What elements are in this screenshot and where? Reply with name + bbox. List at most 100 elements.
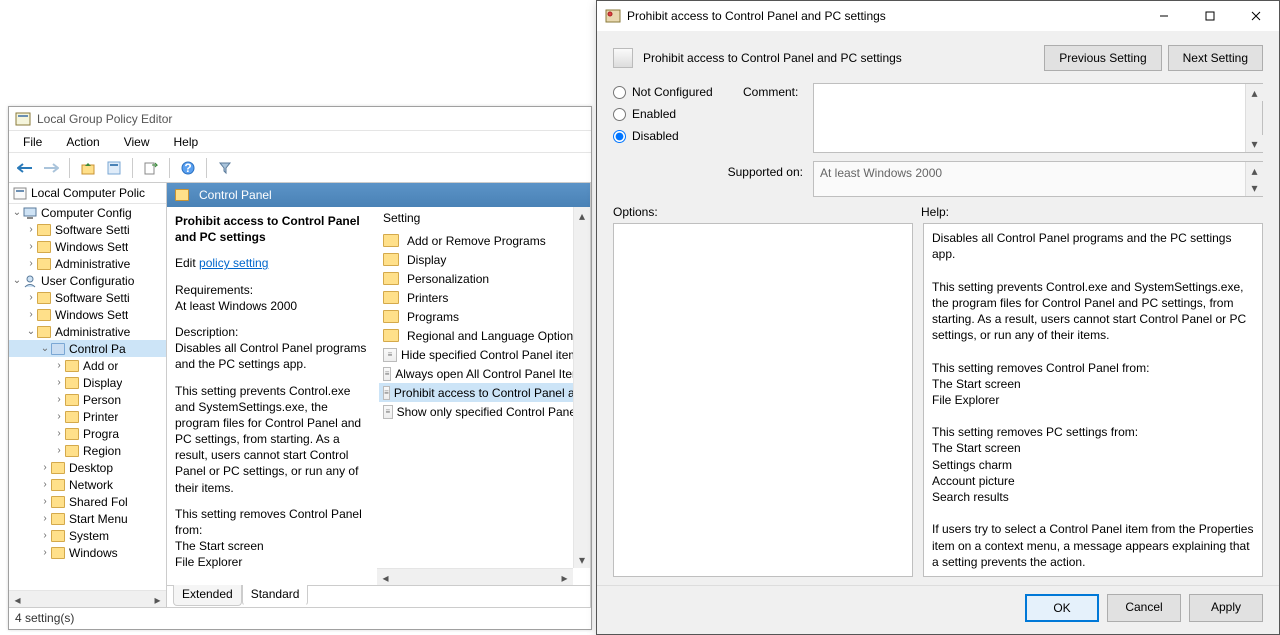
folder-icon: [383, 291, 399, 304]
tree-user-config[interactable]: User Configuratio: [41, 274, 134, 288]
desc-req: At least Windows 2000: [175, 298, 369, 314]
gpe-icon: [15, 111, 31, 127]
menu-view[interactable]: View: [114, 133, 160, 151]
list-header-setting[interactable]: Setting: [377, 207, 590, 231]
tab-standard[interactable]: Standard: [242, 585, 309, 606]
list-item[interactable]: Programs: [379, 307, 588, 326]
svg-text:?: ?: [184, 161, 191, 175]
tree-cc-windows[interactable]: Windows Sett: [55, 240, 128, 254]
previous-setting-button[interactable]: Previous Setting: [1044, 45, 1161, 71]
desc-d4: The Start screen: [175, 538, 369, 554]
tree-cc-software[interactable]: Software Setti: [55, 223, 130, 237]
edit-policy-link[interactable]: policy setting: [199, 256, 268, 270]
supported-on-box: At least Windows 2000▴▾: [813, 161, 1263, 197]
back-button[interactable]: [13, 156, 37, 180]
computer-icon: [23, 206, 37, 220]
tree-h-scrollbar[interactable]: ◂▸: [9, 590, 166, 607]
status-bar: 4 setting(s): [9, 607, 591, 629]
properties-button[interactable]: [102, 156, 126, 180]
folder-icon: [383, 329, 399, 342]
tree-cp-programs[interactable]: Progra: [83, 427, 119, 441]
tree-uc-software[interactable]: Software Setti: [55, 291, 130, 305]
tree-root[interactable]: Local Computer Polic: [9, 183, 166, 204]
tree-computer-config[interactable]: Computer Config: [41, 206, 132, 220]
radio-not-configured[interactable]: Not Configured: [613, 85, 743, 99]
tree-cp-add[interactable]: Add or: [83, 359, 118, 373]
tree-desktop[interactable]: Desktop: [69, 461, 113, 475]
tree-windows-components[interactable]: Windows: [69, 546, 118, 560]
filter-button[interactable]: [213, 156, 237, 180]
tree-uc-admin[interactable]: Administrative: [55, 325, 130, 339]
tree-network[interactable]: Network: [69, 478, 113, 492]
list-item[interactable]: ≡Show only specified Control Panel it: [379, 402, 588, 421]
folder-icon: [175, 189, 189, 201]
policy-icon: ≡: [383, 367, 391, 381]
list-item[interactable]: ≡Always open All Control Panel Items: [379, 364, 588, 383]
policy-icon: ≡: [383, 348, 397, 362]
tree-cp-regional[interactable]: Region: [83, 444, 121, 458]
list-h-scrollbar[interactable]: ◂▸: [377, 568, 573, 585]
apply-button[interactable]: Apply: [1189, 594, 1263, 622]
tree-uc-windows[interactable]: Windows Sett: [55, 308, 128, 322]
detail-pane: Control Panel Prohibit access to Control…: [167, 183, 591, 607]
close-button[interactable]: [1233, 1, 1279, 31]
tree-shared-folders[interactable]: Shared Fol: [69, 495, 128, 509]
list-v-scrollbar[interactable]: ▴▾: [573, 207, 590, 568]
list-item[interactable]: Printers: [379, 288, 588, 307]
settings-list[interactable]: Setting Add or Remove Programs Display P…: [377, 207, 590, 585]
dialog-heading: Prohibit access to Control Panel and PC …: [643, 51, 902, 65]
detail-title: Control Panel: [199, 188, 272, 202]
radio-disabled[interactable]: Disabled: [613, 129, 743, 143]
tree-cp-printers[interactable]: Printer: [83, 410, 118, 424]
list-item[interactable]: Add or Remove Programs: [379, 231, 588, 250]
help-button[interactable]: ?: [176, 156, 200, 180]
desc-title: Prohibit access to Control Panel and PC …: [175, 214, 360, 244]
desc-d2: This setting prevents Control.exe and Sy…: [175, 383, 369, 496]
desc-d3: This setting removes Control Panel from:: [175, 506, 369, 538]
policy-icon: ≡: [383, 405, 393, 419]
supported-on-label: Supported on:: [613, 161, 813, 179]
tree-cc-admin[interactable]: Administrative: [55, 257, 130, 271]
ok-button[interactable]: OK: [1025, 594, 1099, 622]
gpe-toolbar: ?: [9, 153, 591, 183]
next-setting-button[interactable]: Next Setting: [1168, 45, 1263, 71]
tree-cp-pers[interactable]: Person: [83, 393, 121, 407]
user-icon: [23, 274, 37, 288]
folder-icon: [383, 253, 399, 266]
maximize-button[interactable]: [1187, 1, 1233, 31]
detail-header: Control Panel: [167, 183, 590, 207]
export-button[interactable]: [139, 156, 163, 180]
tree-system[interactable]: System: [69, 529, 109, 543]
radio-enabled[interactable]: Enabled: [613, 107, 743, 121]
desc-d-h: Description:: [175, 324, 369, 340]
cancel-button[interactable]: Cancel: [1107, 594, 1181, 622]
nav-tree[interactable]: Local Computer Polic ⌄Computer Config ›S…: [9, 183, 167, 607]
tree-root-label: Local Computer Polic: [31, 186, 145, 200]
forward-button[interactable]: [39, 156, 63, 180]
list-item-selected[interactable]: ≡Prohibit access to Control Panel and: [379, 383, 588, 402]
detail-tabs: Extended Standard: [167, 585, 590, 607]
list-item[interactable]: ≡Hide specified Control Panel items: [379, 345, 588, 364]
menu-action[interactable]: Action: [56, 133, 109, 151]
gpe-titlebar: Local Group Policy Editor: [9, 107, 591, 131]
tab-extended[interactable]: Extended: [173, 585, 242, 606]
tree-control-panel[interactable]: Control Pa: [69, 342, 126, 356]
folder-icon: [383, 310, 399, 323]
menu-file[interactable]: File: [13, 133, 52, 151]
tree-start-menu[interactable]: Start Menu: [69, 512, 128, 526]
options-label: Options:: [613, 205, 921, 219]
help-label: Help:: [921, 205, 949, 219]
up-button[interactable]: [76, 156, 100, 180]
minimize-button[interactable]: [1141, 1, 1187, 31]
list-item[interactable]: Regional and Language Options: [379, 326, 588, 345]
list-item[interactable]: Personalization: [379, 269, 588, 288]
list-item[interactable]: Display: [379, 250, 588, 269]
gpe-title: Local Group Policy Editor: [37, 112, 172, 126]
policy-dialog: Prohibit access to Control Panel and PC …: [596, 0, 1280, 635]
comment-textarea[interactable]: ▴▾: [813, 83, 1263, 153]
tree-cp-display[interactable]: Display: [83, 376, 122, 390]
dialog-title: Prohibit access to Control Panel and PC …: [627, 9, 886, 23]
dialog-titlebar: Prohibit access to Control Panel and PC …: [597, 1, 1279, 31]
menu-help[interactable]: Help: [164, 133, 209, 151]
dialog-icon: [605, 8, 621, 24]
